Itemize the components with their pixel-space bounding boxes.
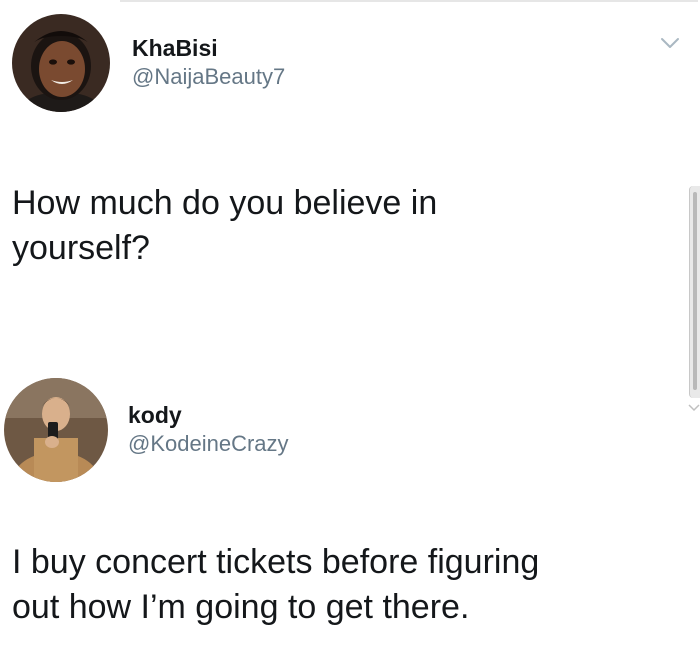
tweet-1-header: KhaBisi @NaijaBeauty7 xyxy=(12,14,285,112)
avatar-photo-icon xyxy=(4,378,108,482)
handle[interactable]: @KodeineCrazy xyxy=(128,429,289,459)
tweet-1-names: KhaBisi @NaijaBeauty7 xyxy=(132,34,285,92)
scrollbar[interactable] xyxy=(689,186,700,398)
display-name[interactable]: KhaBisi xyxy=(132,34,285,62)
tweet-2-header: kody @KodeineCrazy xyxy=(4,378,289,482)
tweet-2-names: kody @KodeineCrazy xyxy=(128,401,289,459)
display-name[interactable]: kody xyxy=(128,401,289,429)
avatar[interactable] xyxy=(12,14,110,112)
tweet-2-text: I buy concert tickets before figuring ou… xyxy=(12,543,540,626)
avatar-photo-icon xyxy=(12,14,110,112)
tweet-screenshot: KhaBisi @NaijaBeauty7 How much do you be… xyxy=(0,0,700,665)
chevron-down-icon[interactable] xyxy=(660,36,680,50)
avatar[interactable] xyxy=(4,378,108,482)
handle[interactable]: @NaijaBeauty7 xyxy=(132,62,285,92)
divider xyxy=(120,0,698,2)
chevron-down-icon xyxy=(688,404,700,412)
tweet-1-text: How much do you believe in yourself? xyxy=(12,184,438,267)
